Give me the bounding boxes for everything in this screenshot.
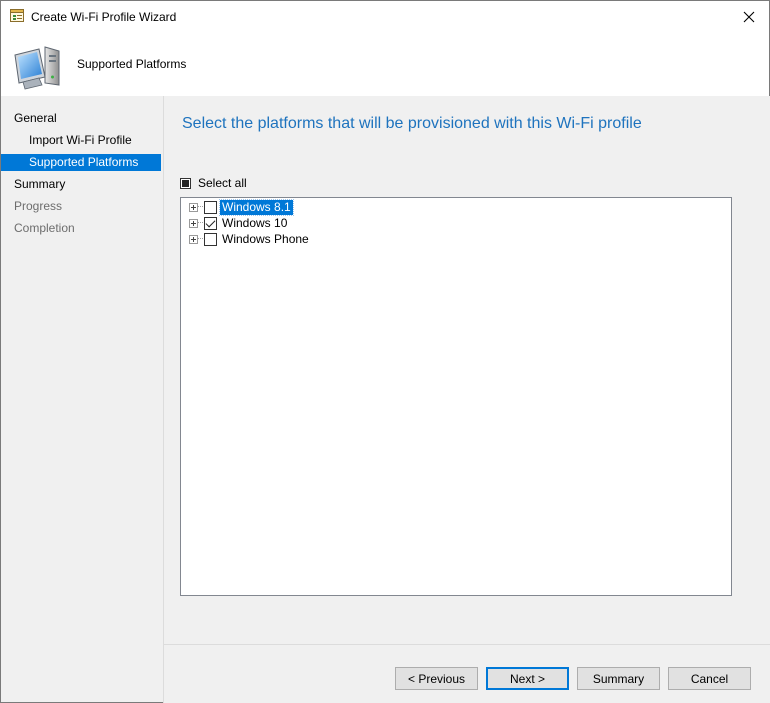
tree-connector [198,206,203,208]
previous-button[interactable]: < Previous [395,667,478,690]
step-supported-platforms[interactable]: Supported Platforms [1,154,161,171]
wizard-header: Supported Platforms [1,32,769,96]
step-label: Progress [14,199,63,213]
expand-plus-icon[interactable] [189,202,198,212]
platform-checkbox-windows-8-1[interactable] [204,200,217,214]
page-heading: Select the platforms that will be provis… [182,115,642,132]
select-all-checkbox[interactable]: Select all [180,176,247,190]
tree-row-windows-8-1[interactable]: Windows 8.1 [189,198,294,216]
cancel-button[interactable]: Cancel [668,667,751,690]
step-general[interactable]: General [1,110,161,127]
step-import-wifi-profile[interactable]: Import Wi-Fi Profile [1,132,161,149]
tree-connector [198,238,203,240]
step-label: General [14,111,57,125]
tree-row-windows-phone[interactable]: Windows Phone [189,231,311,247]
main-content: Select the platforms that will be provis… [163,96,770,644]
tree-row-windows-10[interactable]: Windows 10 [189,215,289,231]
platform-label[interactable]: Windows Phone [220,232,311,247]
indeterminate-checkbox-icon [180,177,191,189]
tree-connector [198,222,203,224]
close-icon [743,11,755,22]
computer-icon [14,46,60,90]
platform-label[interactable]: Windows 8.1 [219,198,294,216]
step-label: Import Wi-Fi Profile [29,133,132,147]
next-button[interactable]: Next > [486,667,569,690]
title-bar: Create Wi-Fi Profile Wizard [1,1,769,32]
wizard-window: Create Wi-Fi Profile Wizard Supported Pl… [0,0,770,703]
platform-label[interactable]: Windows 10 [220,216,289,231]
window-title: Create Wi-Fi Profile Wizard [31,10,177,24]
close-button[interactable] [729,1,769,32]
step-label: Summary [14,177,66,191]
platform-checkbox-windows-10[interactable] [204,216,217,230]
summary-button[interactable]: Summary [577,667,660,690]
select-all-label: Select all [198,176,247,190]
step-progress: Progress [1,198,161,215]
step-summary[interactable]: Summary [1,176,161,193]
wizard-steps-sidebar: General Import Wi-Fi Profile Supported P… [1,96,162,702]
wizard-app-icon [10,9,24,22]
step-completion: Completion [1,220,161,237]
header-title: Supported Platforms [77,57,187,71]
platform-checkbox-windows-phone[interactable] [204,232,217,246]
platforms-tree[interactable]: Windows 8.1 Windows 10 Windows Phone [180,197,732,596]
step-label: Supported Platforms [29,155,139,169]
expand-plus-icon[interactable] [189,218,198,228]
expand-plus-icon[interactable] [189,234,198,244]
wizard-footer: < Previous Next > Summary Cancel [163,644,770,703]
step-label: Completion [14,221,75,235]
